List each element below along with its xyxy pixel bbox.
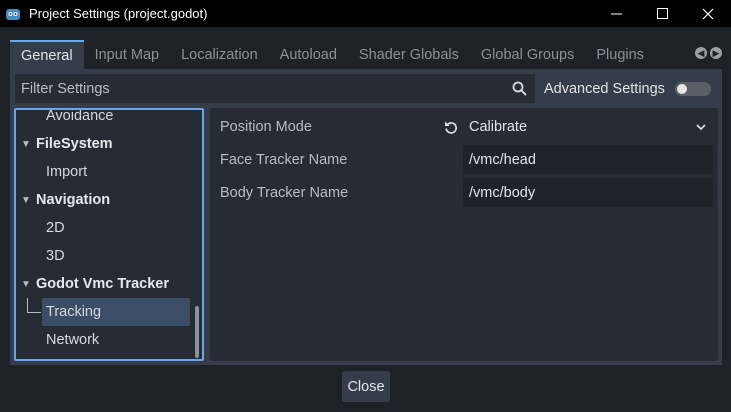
- property-body-tracker-name: Body Tracker Name /vmc/body: [210, 177, 718, 208]
- tree-guide-line: [27, 312, 41, 313]
- chevron-down-icon[interactable]: ▼: [19, 195, 33, 206]
- tab-general[interactable]: General: [10, 40, 84, 69]
- settings-tabs: General Input Map Localization Autoload …: [10, 40, 722, 69]
- minimize-button[interactable]: [593, 0, 639, 27]
- title-bar: Project Settings (project.godot): [0, 0, 731, 27]
- tree-item-label: Avoidance: [46, 108, 114, 124]
- tree-scrollbar[interactable]: [195, 306, 199, 358]
- property-label: Position Mode: [220, 118, 312, 135]
- property-position-mode: Position Mode Calibrate: [210, 111, 718, 142]
- body-tracker-name-field[interactable]: /vmc/body: [463, 178, 713, 207]
- tree-item-label: Network: [46, 332, 100, 348]
- property-label: Body Tracker Name: [220, 184, 349, 201]
- close-icon: [702, 8, 714, 19]
- tab-scroll-right-icon[interactable]: ▶: [710, 47, 722, 59]
- chevron-down-icon[interactable]: ▼: [19, 279, 33, 290]
- minimize-icon: [610, 13, 622, 15]
- maximize-button[interactable]: [639, 0, 685, 27]
- dropdown-value: Calibrate: [469, 118, 528, 135]
- position-mode-dropdown[interactable]: Calibrate: [463, 112, 713, 141]
- filter-placeholder: Filter Settings: [21, 80, 110, 97]
- section-tree: Avoidance ▼ FileSystem Import ▼ Navigati…: [14, 108, 204, 361]
- settings-inspector: Position Mode Calibrate Face Tracker Nam…: [210, 108, 718, 361]
- tab-scroll-left-icon[interactable]: ◀: [695, 47, 707, 59]
- godot-logo-icon: [6, 8, 20, 20]
- filter-settings-input[interactable]: Filter Settings: [15, 74, 535, 103]
- advanced-settings-toggle[interactable]: [674, 81, 711, 96]
- tree-item-label: 2D: [46, 220, 65, 236]
- tree-item-label: Tracking: [46, 304, 102, 320]
- tree-section-label: FileSystem: [36, 136, 113, 152]
- search-icon: [512, 81, 527, 96]
- chevron-down-icon[interactable]: ▼: [19, 139, 33, 150]
- tab-input-map[interactable]: Input Map: [84, 40, 171, 69]
- close-button[interactable]: Close: [342, 371, 390, 402]
- tab-localization[interactable]: Localization: [170, 40, 269, 69]
- close-window-button[interactable]: [685, 0, 731, 27]
- tree-guide-line: [27, 298, 28, 313]
- tree-item-import[interactable]: Import: [16, 158, 87, 186]
- toggle-knob: [676, 83, 687, 94]
- tree-section-label: Navigation: [36, 192, 111, 208]
- tree-item-2d[interactable]: 2D: [16, 214, 65, 242]
- tree-section-filesystem[interactable]: ▼ FileSystem: [16, 130, 113, 158]
- general-panel: Filter Settings Advanced Settings Avoida…: [10, 69, 722, 365]
- chevron-down-icon: [696, 123, 706, 130]
- property-face-tracker-name: Face Tracker Name /vmc/head: [210, 144, 718, 175]
- maximize-icon: [656, 8, 668, 19]
- tree-item-network[interactable]: Network: [16, 326, 99, 354]
- property-label: Face Tracker Name: [220, 151, 348, 168]
- tab-shader-globals[interactable]: Shader Globals: [348, 40, 470, 69]
- tree-section-navigation[interactable]: ▼ Navigation: [16, 186, 110, 214]
- tree-item-3d[interactable]: 3D: [16, 242, 65, 270]
- tab-plugins[interactable]: Plugins: [585, 40, 655, 69]
- tree-item-avoidance[interactable]: Avoidance: [16, 108, 114, 130]
- advanced-settings-label: Advanced Settings: [544, 80, 665, 97]
- face-tracker-name-field[interactable]: /vmc/head: [463, 145, 713, 174]
- tree-item-label: Import: [46, 164, 88, 180]
- advanced-settings: Advanced Settings: [544, 74, 711, 103]
- tab-autoload[interactable]: Autoload: [269, 40, 348, 69]
- revert-icon[interactable]: [444, 120, 458, 134]
- tree-item-tracking[interactable]: Tracking: [42, 298, 190, 326]
- window-title: Project Settings (project.godot): [29, 6, 208, 21]
- tree-section-label: Godot Vmc Tracker: [36, 276, 169, 292]
- tab-global-groups[interactable]: Global Groups: [470, 40, 586, 69]
- tree-item-label: 3D: [46, 248, 65, 264]
- tree-section-godot-vmc-tracker[interactable]: ▼ Godot Vmc Tracker: [16, 270, 169, 298]
